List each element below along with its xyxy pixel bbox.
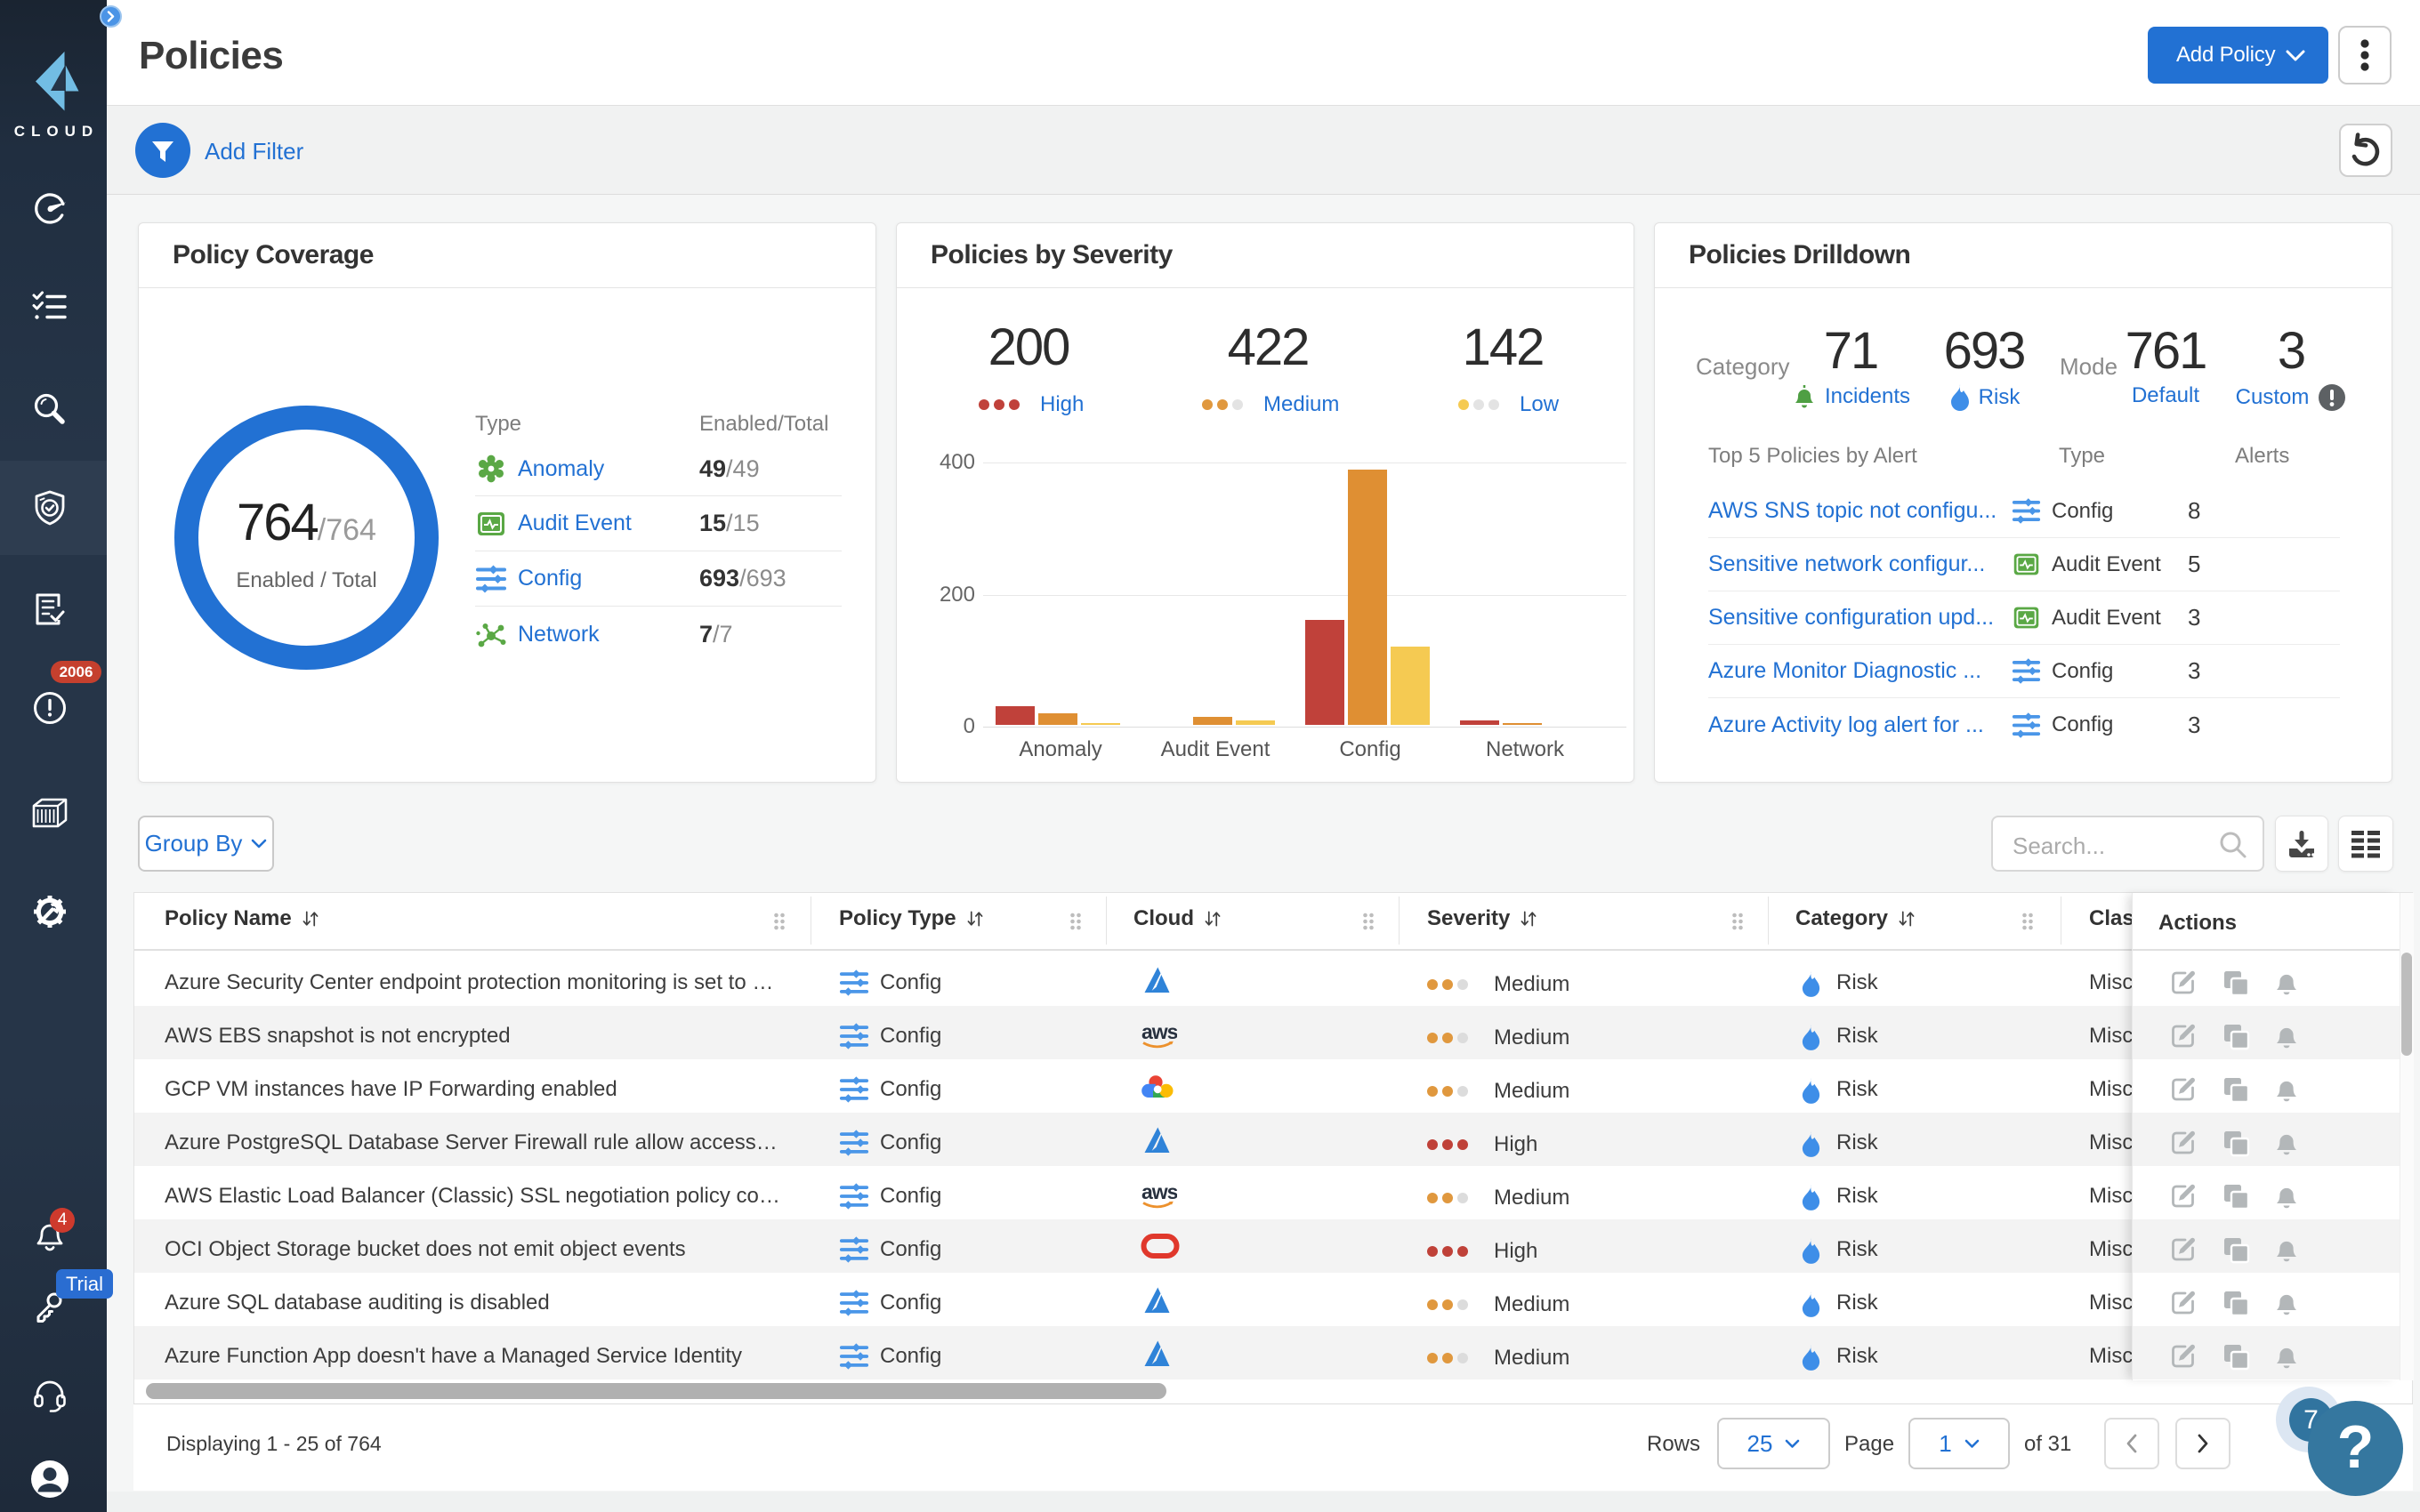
svg-text:aws: aws xyxy=(1141,1020,1177,1043)
svg-text:aws: aws xyxy=(1141,1180,1177,1203)
